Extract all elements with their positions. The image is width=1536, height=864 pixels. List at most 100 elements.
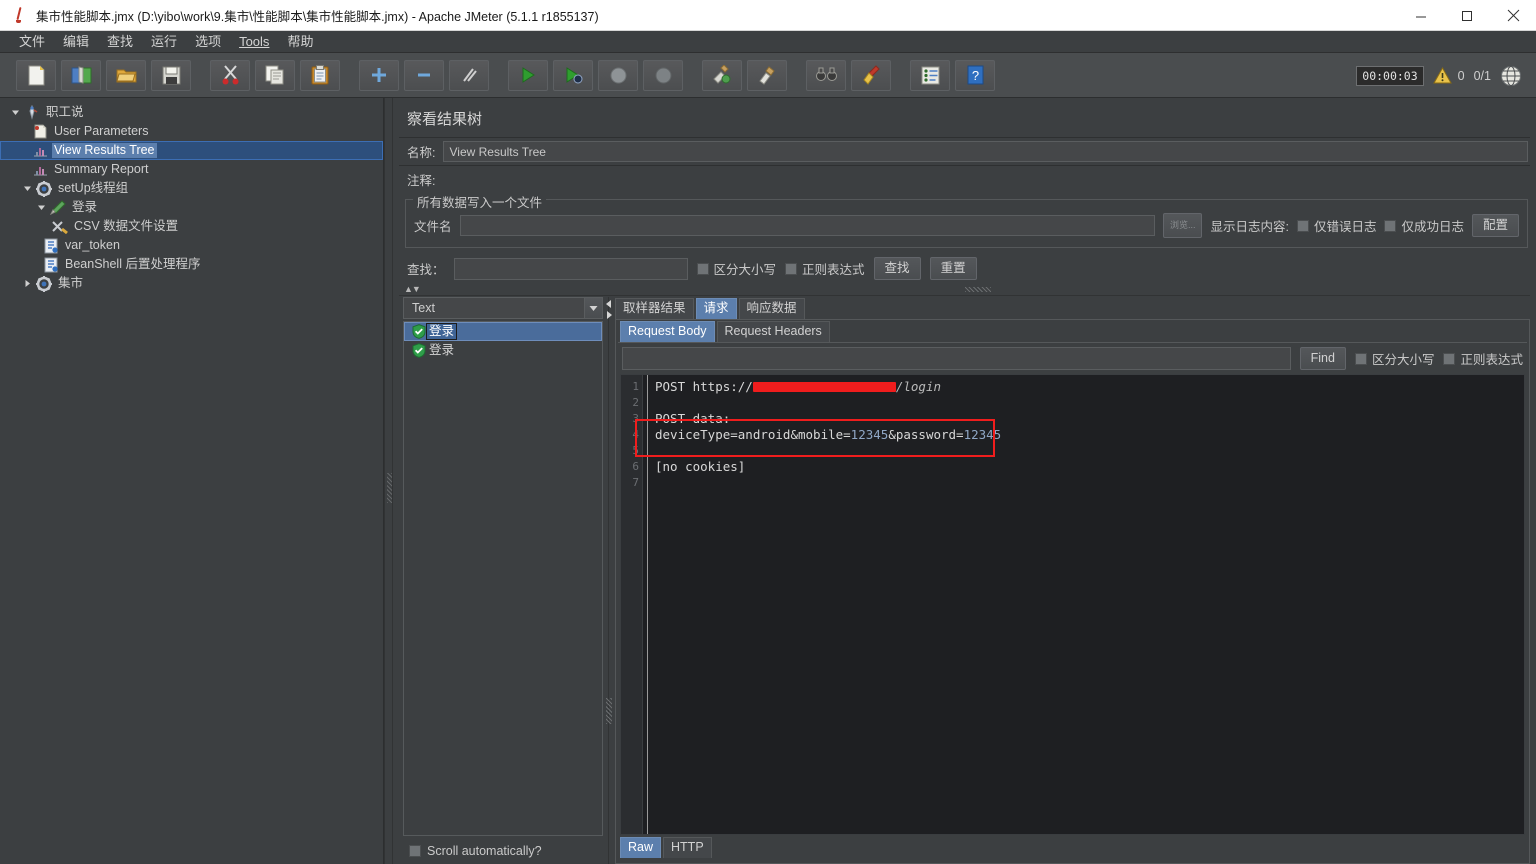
binoculars-icon-button[interactable] (806, 59, 846, 91)
splitter-grip[interactable] (387, 473, 392, 503)
menu-options[interactable]: 选项 (186, 32, 230, 52)
browse-button[interactable]: 浏览... (1162, 213, 1203, 238)
copy-button[interactable] (255, 59, 295, 91)
tree-node-test-plan[interactable]: 职工说 (0, 103, 383, 122)
collapse-all-button[interactable] (404, 59, 444, 91)
start-button[interactable] (508, 59, 548, 91)
tab-request[interactable]: 请求 (695, 298, 737, 319)
tree-node-summary-report[interactable]: Summary Report (0, 160, 383, 179)
render-type-combo[interactable]: Text (403, 297, 603, 319)
right-vertical-scrollbar[interactable] (1531, 98, 1536, 864)
tree-node-csv-data-set[interactable]: CSV 数据文件设置 (0, 217, 383, 236)
main-splitter[interactable] (384, 98, 393, 864)
help-button[interactable]: ? (955, 59, 995, 91)
clear-all-button[interactable] (747, 59, 787, 91)
result-item-login-2[interactable]: 登录 (404, 341, 602, 360)
close-button[interactable] (1490, 0, 1536, 31)
clear-button[interactable] (702, 59, 742, 91)
comment-input[interactable] (443, 169, 1528, 190)
tree-node-view-results-tree[interactable]: View Results Tree (0, 141, 383, 160)
bottom-tab-raw[interactable]: Raw (620, 837, 662, 858)
test-plan-tree[interactable]: 职工说 User Parameters View Results Tree Su… (0, 98, 384, 864)
twisty-down-icon[interactable] (34, 203, 49, 212)
configure-button[interactable]: 配置 (1471, 214, 1519, 237)
paste-button[interactable] (300, 59, 340, 91)
search-regex-wrap[interactable]: 正则表达式 (785, 259, 865, 278)
tab-response-data[interactable]: 响应数据 (738, 298, 805, 319)
tree-node-var-token[interactable]: var_token (0, 236, 383, 255)
collapse-left-right-icon[interactable] (604, 299, 614, 321)
open-folder-button[interactable] (106, 59, 146, 91)
search-case-sensitive-checkbox[interactable] (696, 262, 709, 275)
menu-search[interactable]: 查找 (98, 32, 142, 52)
tree-node-setup-thread-group[interactable]: setUp线程组 (0, 179, 383, 198)
results-detail-splitter[interactable] (603, 297, 615, 864)
results-list[interactable]: 登录 登录 (403, 321, 603, 836)
search-input[interactable] (453, 257, 688, 280)
collapse-arrows-icon[interactable]: ▲▼ (404, 284, 421, 295)
menu-tools[interactable]: Tools (230, 32, 278, 52)
scroll-automatically-row[interactable]: Scroll automatically? (403, 836, 603, 864)
errors-only-checkbox[interactable] (1296, 219, 1309, 232)
find-regex-checkbox[interactable] (1443, 352, 1456, 365)
tab-sampler-result[interactable]: 取样器结果 (615, 298, 694, 319)
request-body-code-view[interactable]: 1 2 3 4 5 6 7 POST https:// /login POST d… (620, 374, 1525, 835)
tree-node-beanshell-postprocessor[interactable]: BeanShell 后置处理程序 (0, 255, 383, 274)
code-lines[interactable]: POST https:// /login POST data: deviceTyp… (647, 375, 1524, 834)
code-password-value: 12345 (963, 427, 1002, 442)
scroll-automatically-checkbox[interactable] (409, 845, 421, 857)
search-case-sensitive-wrap[interactable]: 区分大小写 (696, 259, 776, 278)
twisty-right-icon[interactable] (20, 279, 35, 288)
horizontal-splitter[interactable]: ▲▼ (399, 284, 1530, 297)
filename-input[interactable] (459, 215, 1155, 236)
minimize-button[interactable] (1398, 0, 1444, 31)
success-only-checkbox[interactable] (1384, 219, 1397, 232)
search-reset-button[interactable]: 重置 (929, 257, 977, 280)
menu-run[interactable]: 运行 (142, 32, 186, 52)
warning-indicator[interactable]: 0 (1432, 67, 1465, 84)
tree-node-user-parameters[interactable]: User Parameters (0, 122, 383, 141)
tree-node-market-thread-group[interactable]: 集市 (0, 274, 383, 293)
search-regex-checkbox[interactable] (785, 262, 798, 275)
templates-button[interactable] (61, 59, 101, 91)
menu-edit[interactable]: 编辑 (54, 32, 98, 52)
broom-clear-button[interactable] (851, 59, 891, 91)
menu-file[interactable]: 文件 (10, 32, 54, 52)
errors-only-checkbox-wrap[interactable]: 仅错误日志 (1296, 216, 1376, 235)
success-only-checkbox-wrap[interactable]: 仅成功日志 (1384, 216, 1464, 235)
name-input[interactable]: View Results Tree (443, 141, 1528, 162)
twisty-down-icon[interactable] (8, 108, 23, 117)
find-case-sensitive-checkbox[interactable] (1354, 352, 1367, 365)
splitter-grip[interactable] (964, 287, 991, 292)
save-button[interactable] (151, 59, 191, 91)
maximize-button[interactable] (1444, 0, 1490, 31)
function-helper-button[interactable] (910, 59, 950, 91)
find-button[interactable]: Find (1299, 347, 1346, 370)
result-item-login-1[interactable]: 登录 (404, 322, 602, 341)
start-no-timers-button[interactable] (553, 59, 593, 91)
tree-node-login-sampler[interactable]: 登录 (0, 198, 383, 217)
new-button[interactable] (16, 59, 56, 91)
menu-help[interactable]: 帮助 (278, 32, 322, 52)
stop-button[interactable] (598, 59, 638, 91)
search-button[interactable]: 查找 (873, 257, 921, 280)
chevron-down-icon[interactable] (584, 298, 602, 318)
find-case-sensitive-wrap[interactable]: 区分大小写 (1354, 349, 1434, 368)
find-input[interactable] (622, 347, 1291, 370)
cut-button[interactable] (210, 59, 250, 91)
shutdown-button[interactable] (643, 59, 683, 91)
bottom-tab-http[interactable]: HTTP (663, 837, 712, 858)
thread-group-icon (35, 180, 53, 197)
expand-all-button[interactable] (359, 59, 399, 91)
splitter-grip[interactable] (606, 698, 612, 724)
globe-icon[interactable] (1500, 65, 1522, 87)
toggle-button[interactable] (449, 59, 489, 91)
subtab-request-headers[interactable]: Request Headers (716, 321, 830, 342)
subtab-request-body[interactable]: Request Body (620, 321, 715, 342)
find-regex-wrap[interactable]: 正则表达式 (1443, 349, 1523, 368)
jmeter-feather-icon (10, 5, 30, 25)
line-number: 1 (632, 380, 639, 393)
code-post-url-suffix: /login (895, 379, 941, 394)
twisty-down-icon[interactable] (20, 184, 35, 193)
